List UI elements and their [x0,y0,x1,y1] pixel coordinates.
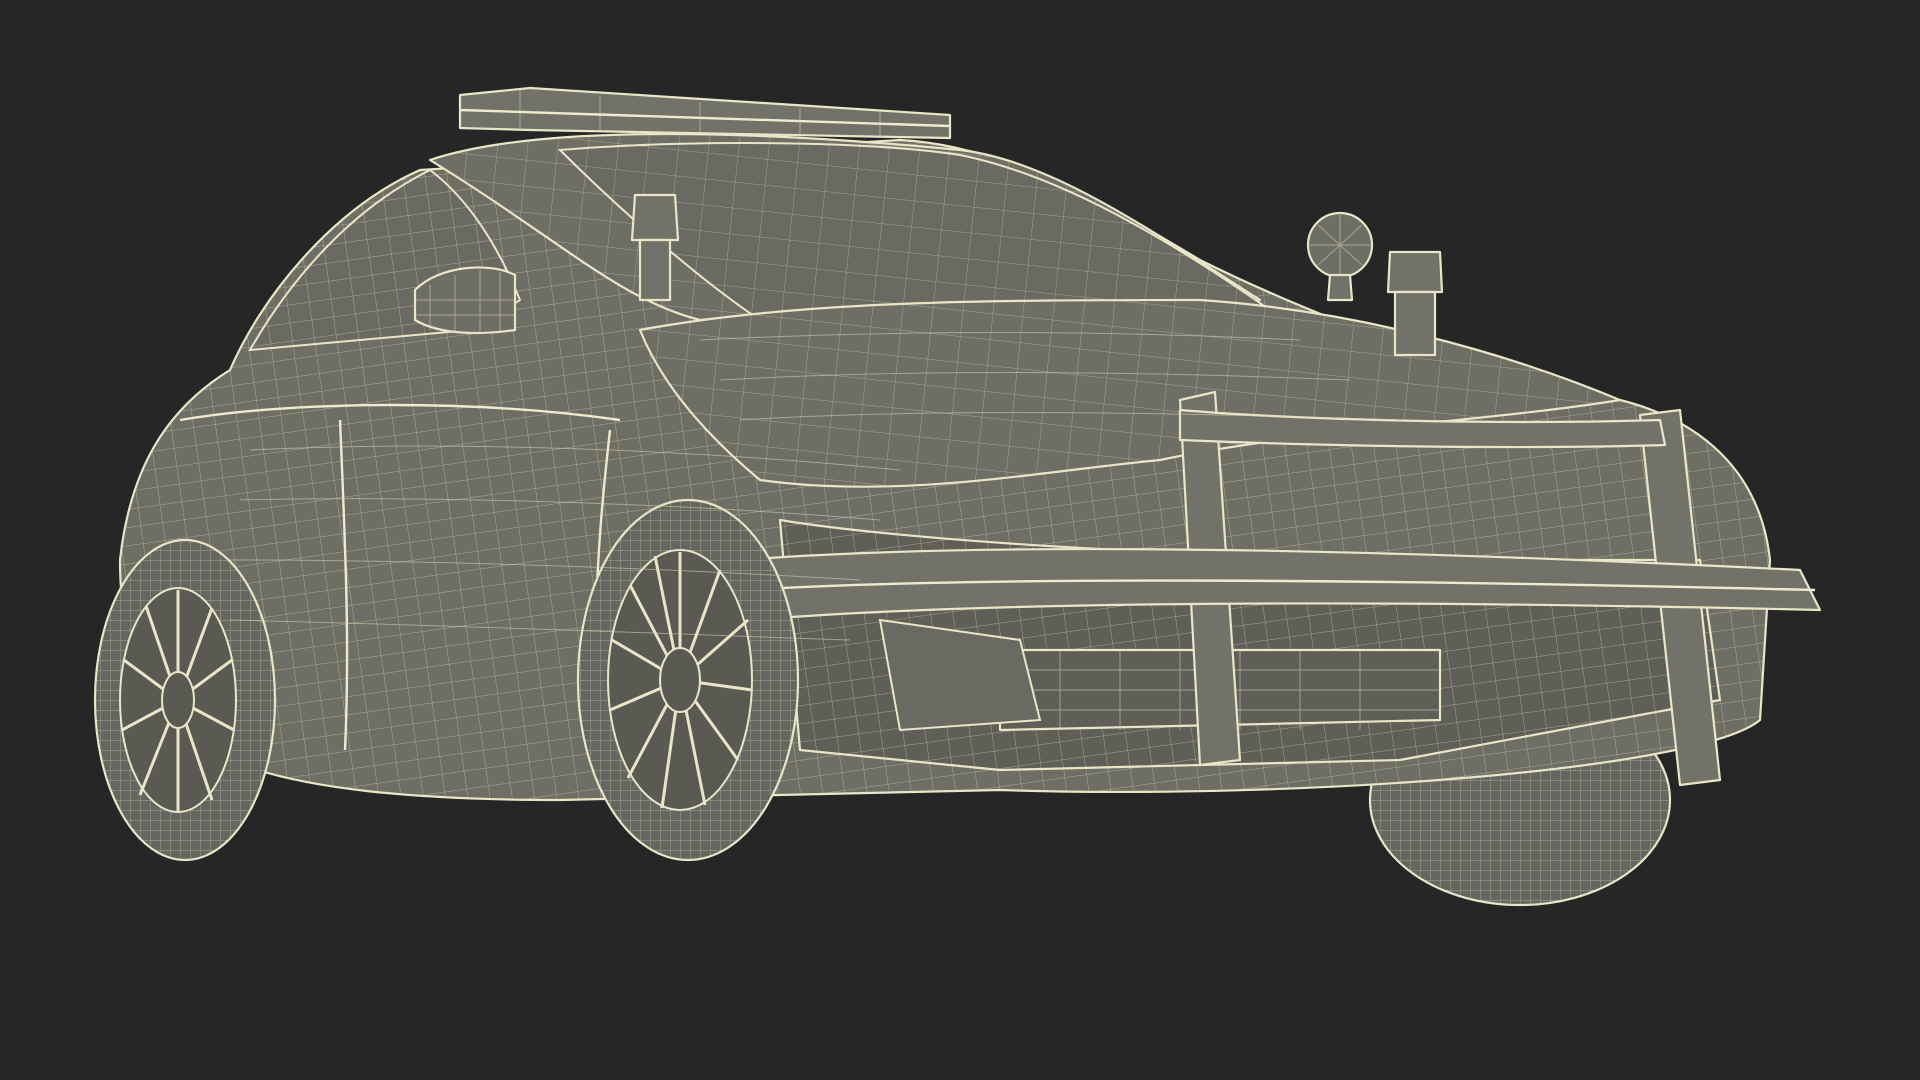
beacon-light-left [630,193,680,302]
front-left-wheel [576,498,800,862]
roof-light-bar [458,86,952,140]
wireframe-viewport [93,86,1822,907]
beacon-light-right [1386,250,1444,357]
rear-left-wheel [93,538,277,862]
spotlight [1306,211,1374,302]
police-suv-wireframe [93,86,1822,907]
